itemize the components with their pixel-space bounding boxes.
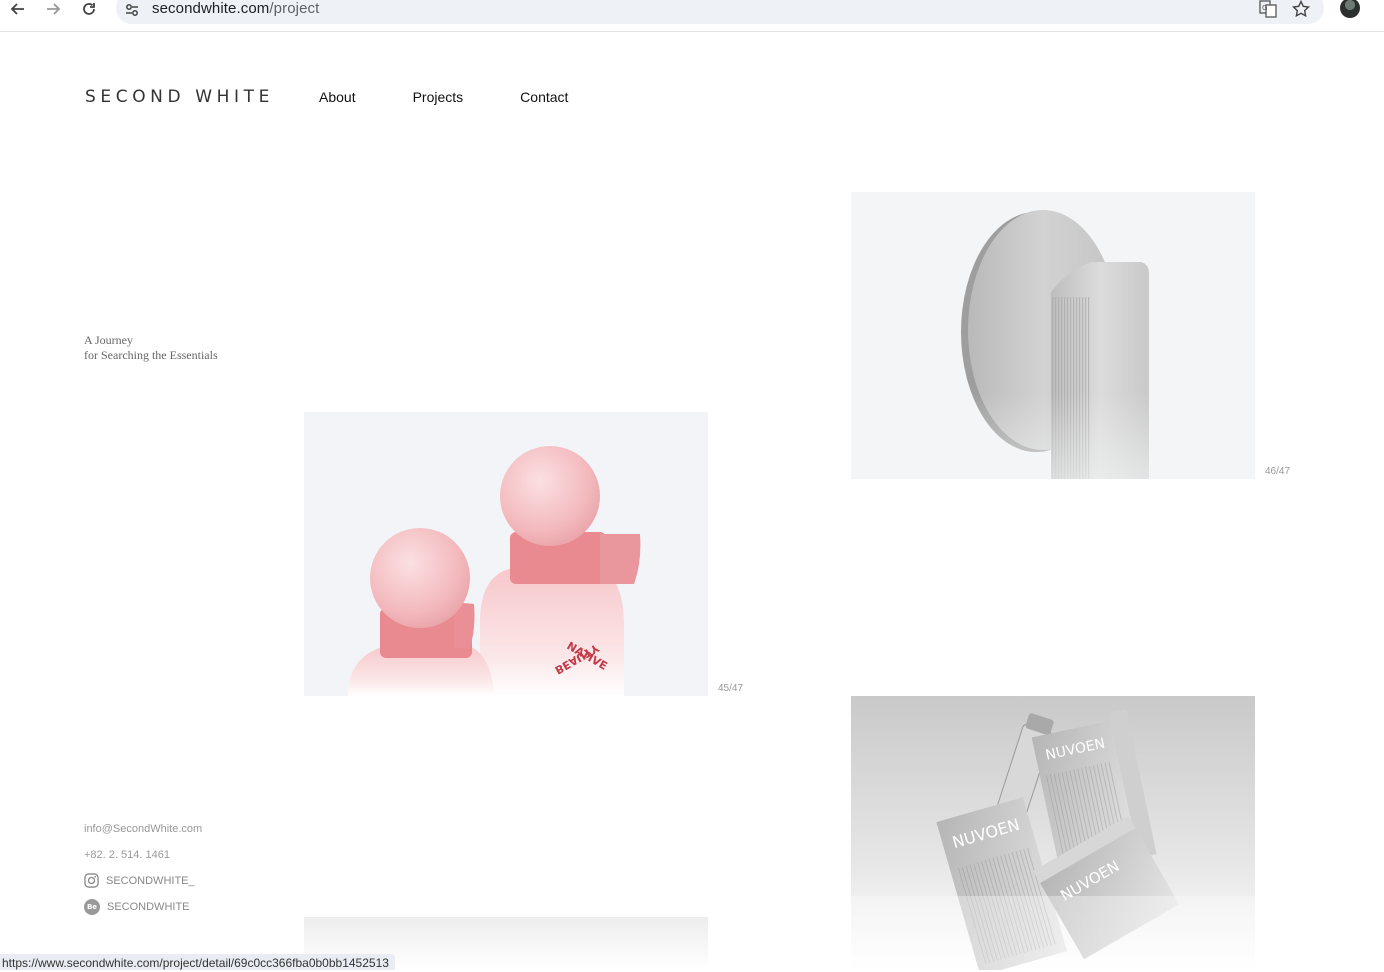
url-text[interactable]: secondwhite.com/project (152, 0, 319, 17)
translate-icon[interactable]: G (1259, 0, 1277, 18)
url-host: secondwhite.com (152, 0, 270, 17)
project-counter: 46/47 (1265, 466, 1291, 477)
nav-contact[interactable]: Contact (520, 89, 568, 105)
address-bar[interactable]: secondwhite.com/project G (116, 0, 1324, 24)
contact-phone: +82. 2. 514. 1461 (84, 849, 170, 861)
nav-about[interactable]: About (319, 89, 356, 105)
main-nav: About Projects Contact (319, 89, 625, 105)
url-path: /project (269, 0, 320, 17)
instagram-handle: SECONDWHITE_ (106, 874, 195, 887)
back-icon[interactable] (8, 0, 28, 18)
reload-icon[interactable] (79, 0, 99, 18)
browser-toolbar: secondwhite.com/project G (0, 0, 1384, 32)
project-counter: 45/47 (718, 683, 744, 694)
forward-icon[interactable] (43, 0, 63, 18)
nuvoen-image: NUVOEN NUVOEN NUVOEN (851, 696, 1255, 970)
bookmark-star-icon[interactable] (1292, 0, 1310, 18)
behance-icon: Be (84, 899, 100, 915)
tagline: A Journey for Searching the Essentials (84, 333, 218, 363)
project-card-nuvoen[interactable]: NUVOEN NUVOEN NUVOEN (851, 696, 1255, 970)
profile-avatar[interactable] (1340, 0, 1360, 18)
site-logo[interactable]: SECOND WHITE (85, 87, 274, 107)
tagline-line-2: for Searching the Essentials (84, 348, 218, 362)
instagram-link[interactable]: SECONDWHITE_ (84, 873, 195, 888)
svg-text:G: G (1262, 4, 1267, 12)
project-card-door-handle[interactable] (851, 192, 1255, 479)
status-bar-url: https://www.secondwhite.com/project/deta… (0, 954, 395, 970)
tagline-line-1: A Journey (84, 333, 133, 347)
site-info-icon[interactable] (124, 2, 140, 18)
behance-link[interactable]: Be SECONDWHITE (84, 899, 190, 915)
nav-projects[interactable]: Projects (413, 89, 464, 105)
project-card-pink-bottles[interactable]: NATIVE BEAUTY (304, 412, 708, 696)
behance-badge: Be (84, 899, 100, 915)
contact-email[interactable]: info@SecondWhite.com (84, 823, 202, 835)
door-handle-image (851, 192, 1255, 479)
pink-bottles-image: NATIVE BEAUTY (348, 446, 641, 696)
instagram-icon (84, 873, 99, 888)
behance-handle: SECONDWHITE (107, 901, 190, 913)
